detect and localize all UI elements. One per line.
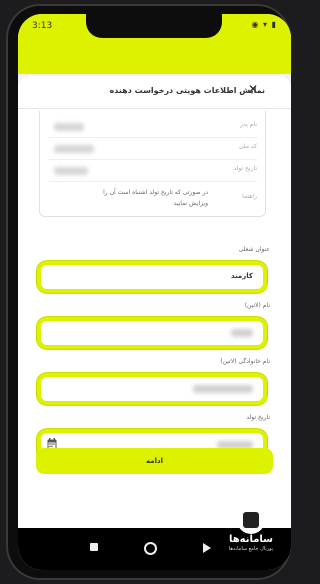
nav-back-icon[interactable] — [203, 543, 211, 553]
birth-date-label: تاریخ تولد — [233, 165, 257, 172]
latin-lastname-value-blurred — [193, 385, 253, 393]
latin-lastname-field[interactable] — [37, 373, 267, 405]
hint-label: راهنما — [242, 193, 257, 200]
watermark-subtitle: پورتال جامع سامانه‌ها — [228, 546, 274, 552]
latin-lastname-label: نام خانوادگی (لاتین) — [220, 358, 270, 365]
info-row-national-code: کد ملی — [48, 139, 257, 160]
job-title-field[interactable]: کارمند — [37, 261, 267, 293]
job-title-value: کارمند — [231, 272, 253, 280]
status-time: 3:13 — [32, 21, 53, 31]
hint-text: در صورتی که تاریخ تولد اشتباه است آن را … — [103, 189, 208, 207]
status-icons: ◉ ▾ ▮ — [251, 20, 277, 29]
camera-notch — [86, 14, 222, 38]
national-code-label: کد ملی — [238, 143, 257, 150]
nav-home-icon[interactable] — [144, 542, 157, 555]
watermark-title: سامانه‌ها — [228, 534, 274, 545]
job-title-label: عنوان شغلی — [238, 246, 270, 253]
info-row-birth-date: تاریخ تولد — [48, 161, 257, 182]
father-name-label: نام پدر — [240, 121, 257, 128]
latin-name-label: نام (لاتین) — [244, 302, 270, 309]
birth-date-value-blurred — [54, 167, 88, 175]
screen: 3:13 ◉ ▾ ▮ ✕ نمایش اطلاعات هویتی درخواست… — [18, 14, 291, 570]
phone-frame: 3:13 ◉ ▾ ▮ ✕ نمایش اطلاعات هویتی درخواست… — [6, 4, 291, 580]
continue-button[interactable]: ادامه — [36, 448, 273, 474]
father-name-value-blurred — [54, 123, 84, 131]
nav-recent-icon[interactable] — [90, 543, 98, 551]
birth-date-field-label: تاریخ تولد — [246, 414, 270, 421]
watermark-logo: سامانه‌ها پورتال جامع سامانه‌ها — [222, 506, 280, 553]
header-divider — [18, 108, 291, 109]
sheet-title: نمایش اطلاعات هویتی درخواست دهنده — [109, 86, 265, 95]
national-code-value-blurred — [54, 145, 94, 153]
latin-name-field[interactable] — [37, 317, 267, 349]
info-row-father-name: نام پدر — [48, 117, 257, 138]
watermark-icon — [237, 506, 265, 534]
latin-name-value-blurred — [231, 329, 253, 337]
identity-info-box: نام پدر کد ملی تاریخ تولد راهنما در صورت… — [39, 111, 266, 217]
